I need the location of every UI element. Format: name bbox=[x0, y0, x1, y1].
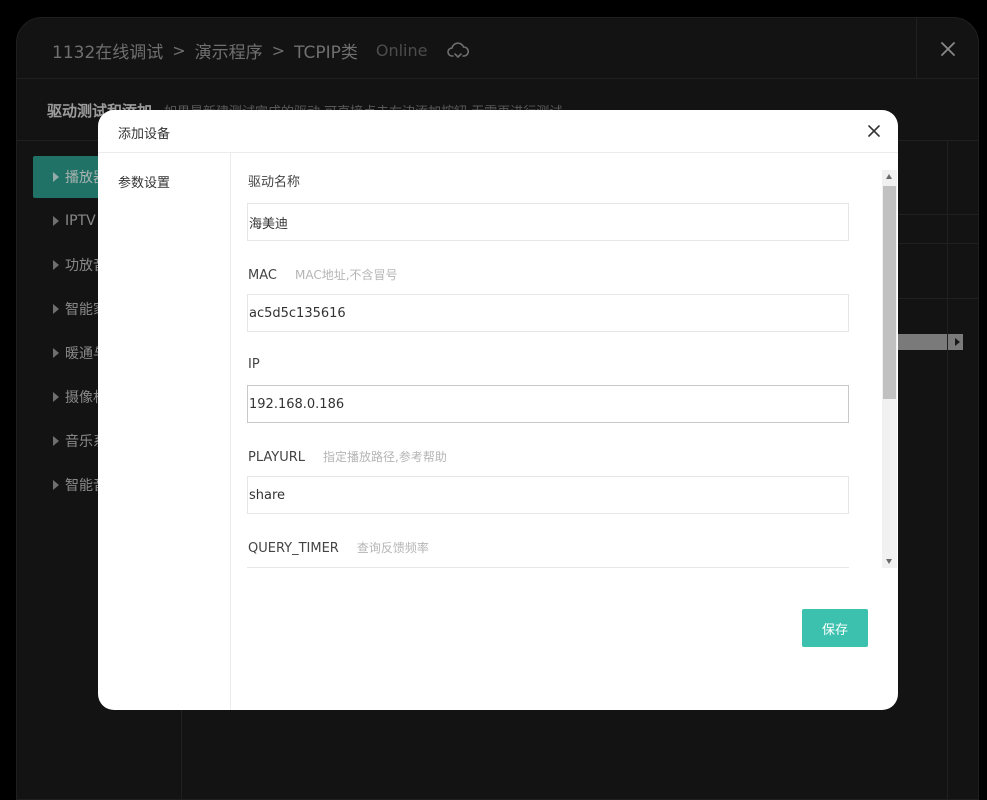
label-text: IP bbox=[248, 357, 260, 372]
save-button[interactable]: 保存 bbox=[802, 609, 868, 647]
field-label-query-timer: QUERY_TIMER 查询反馈频率 bbox=[248, 539, 429, 556]
label-text: MAC bbox=[248, 268, 277, 283]
parameter-form: 驱动名称 海美迪 MAC MAC地址,不含冒号 ac5d5c135616 IP 1… bbox=[231, 153, 881, 568]
mac-input[interactable]: ac5d5c135616 bbox=[247, 294, 849, 332]
scroll-up-icon[interactable] bbox=[886, 174, 892, 179]
field-hint: MAC地址,不含冒号 bbox=[294, 268, 398, 282]
field-hint: 指定播放路径,参考帮助 bbox=[323, 450, 447, 464]
label-text: 驱动名称 bbox=[248, 175, 301, 190]
field-label-playurl: PLAYURL 指定播放路径,参考帮助 bbox=[248, 448, 447, 465]
ip-input[interactable]: 192.168.0.186 bbox=[247, 385, 849, 423]
dialog-header: 添加设备 bbox=[98, 110, 898, 153]
playurl-input[interactable]: share bbox=[247, 476, 849, 514]
label-text: QUERY_TIMER bbox=[248, 541, 339, 556]
dialog-title: 添加设备 bbox=[118, 127, 171, 142]
nav-item-parameters[interactable]: 参数设置 bbox=[118, 172, 170, 191]
driver-name-input[interactable]: 海美迪 bbox=[247, 203, 849, 241]
field-label-mac: MAC MAC地址,不含冒号 bbox=[248, 266, 398, 283]
dialog-close-button[interactable] bbox=[866, 123, 882, 139]
field-label-ip: IP bbox=[248, 357, 260, 372]
field-label-driver-name: 驱动名称 bbox=[248, 171, 300, 190]
query-timer-input[interactable] bbox=[247, 567, 849, 568]
field-hint: 查询反馈频率 bbox=[356, 541, 429, 555]
dialog-nav: 参数设置 bbox=[98, 153, 231, 710]
add-device-dialog: 添加设备 参数设置 驱动名称 海美迪 MAC MAC地址,不含冒号 ac5d5c1… bbox=[98, 110, 898, 710]
form-scrollbar[interactable] bbox=[882, 170, 897, 568]
label-text: PLAYURL bbox=[248, 450, 305, 465]
scrollbar-thumb[interactable] bbox=[883, 186, 896, 399]
close-icon bbox=[868, 125, 880, 137]
scroll-down-icon[interactable] bbox=[886, 559, 892, 564]
